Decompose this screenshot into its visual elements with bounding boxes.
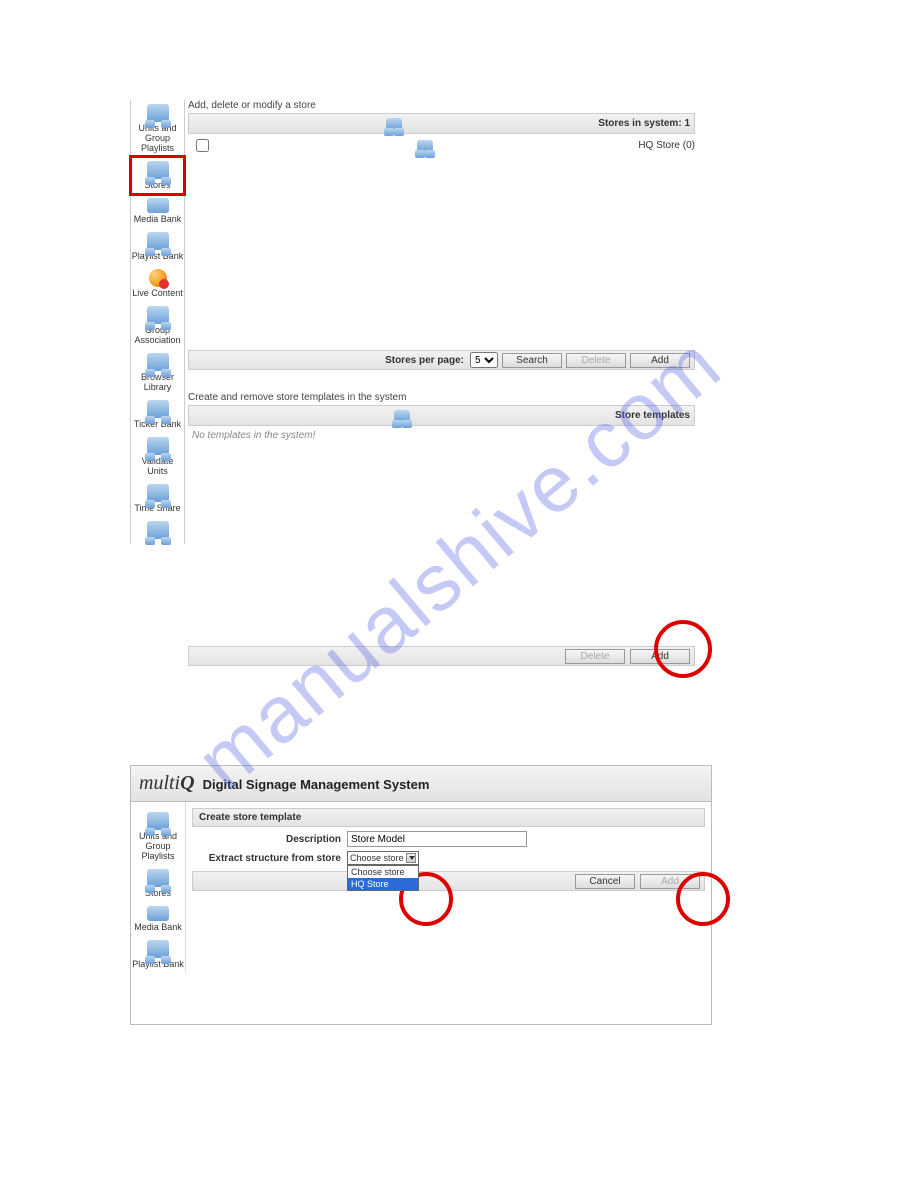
delete-template-button: Delete — [565, 649, 625, 664]
store-option[interactable]: Choose store — [348, 866, 418, 878]
sidebar-item-label: Playlist Bank — [131, 959, 185, 969]
units-icon — [147, 232, 169, 250]
store-option[interactable]: HQ Store — [348, 878, 418, 890]
units-icon — [147, 400, 169, 418]
sidebar-item-stores[interactable]: Stores — [131, 157, 184, 194]
sidebar-item-label: Stores — [131, 180, 184, 190]
description-input[interactable] — [347, 831, 527, 847]
stores-main-panel: Add, delete or modify a store Stores in … — [188, 100, 695, 153]
templates-header-text: Store templates — [615, 410, 690, 421]
extract-from-store-label: Extract structure from store — [192, 853, 347, 864]
sidebar-item-playlist-bank[interactable]: Playlist Bank — [131, 936, 185, 973]
single-icon — [147, 198, 169, 213]
sidebar-nav-2: Units and Group Playlists Stores Media Ban… — [131, 802, 186, 973]
search-button[interactable]: Search — [502, 353, 562, 368]
sidebar-item-label: Validate Units — [131, 456, 184, 476]
brand-logo: multiQ — [139, 772, 195, 795]
cancel-button[interactable]: Cancel — [575, 874, 635, 889]
store-tree-row[interactable]: HQ Store (0) — [188, 134, 695, 153]
delete-button: Delete — [566, 353, 626, 368]
sidebar-item-label: Units and Group Playlists — [131, 123, 184, 153]
create-template-panel: Create store template Description Extrac… — [186, 802, 711, 973]
stores-header-text: Stores in system: — [598, 118, 684, 129]
stores-pager-bar: Stores per page: 5 Search Delete Add — [188, 350, 695, 370]
sidebar-nav: Units and Group Playlists Stores Media Ban… — [130, 100, 185, 544]
units-icon — [147, 161, 169, 179]
units-icon — [147, 940, 169, 958]
sidebar-item-label: Ticker Bank — [131, 419, 184, 429]
stores-count: 1 — [684, 118, 690, 129]
templates-bottom-bar: Delete Add — [188, 646, 695, 666]
pager-label: Stores per page: — [385, 355, 464, 366]
sidebar-item-time-share[interactable]: Time Share — [131, 480, 184, 517]
sidebar-item-group-association[interactable]: Group Association — [131, 302, 184, 349]
add-store-button[interactable]: Add — [630, 353, 690, 368]
sidebar-item-label: Time Share — [131, 503, 184, 513]
sidebar-item-validate-units[interactable]: Validate Units — [131, 433, 184, 480]
sidebar-item-label: Media Bank — [131, 214, 184, 224]
chevron-down-icon — [406, 853, 416, 863]
pager-select[interactable]: 5 — [470, 352, 498, 368]
app-title: Digital Signage Management System — [203, 777, 430, 792]
sidebar-item-units-and-group-playlists[interactable]: Units and Group Playlists — [131, 808, 185, 865]
sidebar-item-label: Browser Library — [131, 372, 184, 392]
store-icon — [417, 140, 433, 152]
sidebar-item-label: Stores — [131, 888, 185, 898]
sidebar-item-media-bank[interactable]: Media Bank — [131, 194, 184, 228]
sidebar-item-label: Group Association — [131, 325, 184, 345]
sidebar-item-units-and-group-playlists[interactable]: Units and Group Playlists — [131, 100, 184, 157]
units-icon — [147, 521, 169, 539]
store-select[interactable]: Choose store Choose storeHQ Store — [347, 851, 419, 865]
sidebar-item-more[interactable] — [131, 517, 184, 544]
create-template-actions: Cancel Add — [192, 871, 705, 891]
single-icon — [147, 906, 169, 921]
description-label: Description — [192, 834, 347, 845]
live-icon — [149, 269, 167, 287]
add-template-button[interactable]: Add — [630, 649, 690, 664]
sidebar-item-playlist-bank[interactable]: Playlist Bank — [131, 228, 184, 265]
panel-title: Create store template — [192, 808, 705, 827]
units-icon — [147, 812, 169, 830]
screenshot-create-template: multiQ Digital Signage Management System… — [130, 765, 712, 1025]
stores-header: Stores in system: 1 — [188, 113, 695, 134]
store-checkbox[interactable] — [196, 139, 209, 152]
units-icon — [147, 484, 169, 502]
sidebar-item-label: Units and Group Playlists — [131, 831, 185, 861]
sidebar-item-media-bank[interactable]: Media Bank — [131, 902, 185, 936]
sidebar-item-ticker-bank[interactable]: Ticker Bank — [131, 396, 184, 433]
store-select-value: Choose store — [350, 853, 404, 863]
templates-empty-text: No templates in the system! — [188, 426, 695, 445]
sidebar-item-browser-library[interactable]: Browser Library — [131, 349, 184, 396]
sidebar-item-live-content[interactable]: Live Content — [131, 265, 184, 302]
stores-caption: Add, delete or modify a store — [188, 100, 695, 111]
app-titlebar: multiQ Digital Signage Management System — [131, 765, 711, 802]
store-icon — [386, 118, 402, 130]
units-icon — [147, 104, 169, 122]
sidebar-item-label: Live Content — [131, 288, 184, 298]
sidebar-item-label: Playlist Bank — [131, 251, 184, 261]
units-icon — [147, 353, 169, 371]
units-icon — [147, 437, 169, 455]
units-icon — [147, 306, 169, 324]
units-icon — [147, 869, 169, 887]
store-select-dropdown[interactable]: Choose storeHQ Store — [347, 865, 419, 891]
templates-caption: Create and remove store templates in the… — [188, 392, 695, 403]
screenshot-stores-page: Units and Group Playlists Stores Media Ban… — [130, 100, 695, 665]
template-icon — [394, 410, 410, 422]
store-name: HQ Store (0) — [638, 140, 695, 151]
sidebar-item-stores[interactable]: Stores — [131, 865, 185, 902]
templates-header: Store templates — [188, 405, 695, 426]
add-button[interactable]: Add — [640, 874, 700, 889]
sidebar-item-label: Media Bank — [131, 922, 185, 932]
